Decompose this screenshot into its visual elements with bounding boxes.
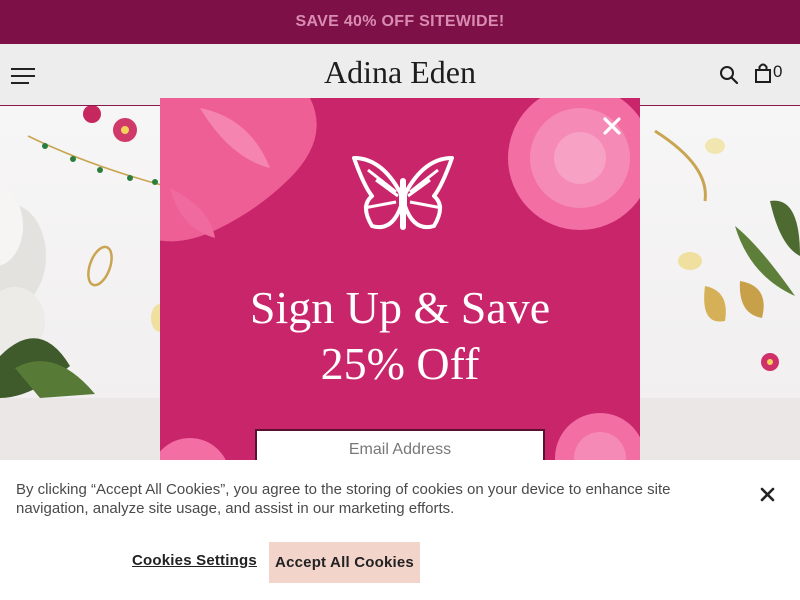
shopping-bag-icon[interactable] bbox=[753, 62, 773, 84]
modal-floral-background bbox=[160, 98, 640, 460]
close-icon[interactable] bbox=[756, 482, 780, 506]
promo-banner[interactable]: SAVE 40% OFF SITEWIDE! bbox=[0, 0, 800, 44]
accept-all-cookies-button[interactable]: Accept All Cookies bbox=[269, 542, 420, 583]
close-icon[interactable] bbox=[598, 112, 626, 140]
cookie-consent-banner: By clicking “Accept All Cookies”, you ag… bbox=[0, 460, 800, 600]
butterfly-icon bbox=[352, 156, 454, 230]
modal-title: Sign Up & Save 25% Off bbox=[160, 280, 640, 392]
promo-text: SAVE 40% OFF SITEWIDE! bbox=[295, 13, 505, 30]
search-icon[interactable] bbox=[719, 64, 739, 86]
modal-title-line1: Sign Up & Save bbox=[249, 282, 551, 333]
cookie-consent-text: By clicking “Accept All Cookies”, you ag… bbox=[16, 481, 671, 517]
cart-count[interactable]: 0 bbox=[773, 62, 782, 82]
signup-modal bbox=[160, 98, 640, 460]
site-header: Adina Eden 0 bbox=[0, 44, 800, 106]
modal-title-line2: 25% Off bbox=[320, 338, 480, 389]
brand-logo[interactable]: Adina Eden bbox=[0, 54, 800, 91]
cookies-settings-link[interactable]: Cookies Settings bbox=[132, 552, 257, 569]
